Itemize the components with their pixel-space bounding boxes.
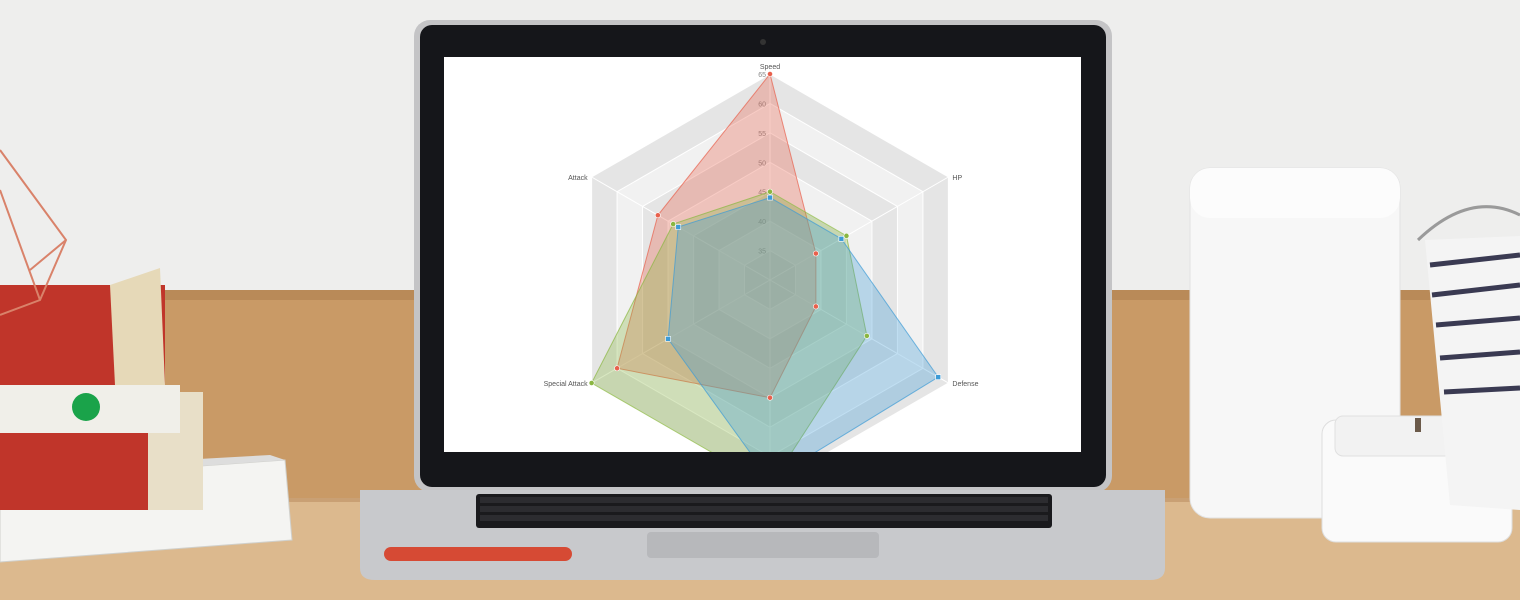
radar-chart: 35404550556065 SpeedHPDefenseSpecial Def… [544,64,979,452]
series-1-point [812,303,819,310]
series-1-point [767,394,773,401]
series-2-point [670,221,677,227]
series-3-point [767,194,773,201]
series-3-point [935,374,942,380]
axis-label-defense: Defense [952,381,978,388]
series-3-point [838,236,845,242]
axis-label-special-attack: Special Attack [544,381,588,388]
series-2-point [843,232,850,239]
laptop-screen: 35404550556065 SpeedHPDefenseSpecial Def… [444,57,1081,452]
axis-label-hp: HP [952,175,962,182]
series-2-point [588,380,595,386]
axis-label-attack: Attack [568,175,588,182]
series-2-point [767,188,773,195]
axis-label-speed: Speed [760,64,780,71]
series-1-point [767,71,773,77]
series-2-point [863,333,870,339]
series-1-point [614,365,620,372]
series-1-point [812,250,819,257]
series-3-point [675,224,682,230]
radial-tick-label: 65 [758,72,766,79]
series-3-point [665,336,671,342]
series-1-point [654,212,661,219]
